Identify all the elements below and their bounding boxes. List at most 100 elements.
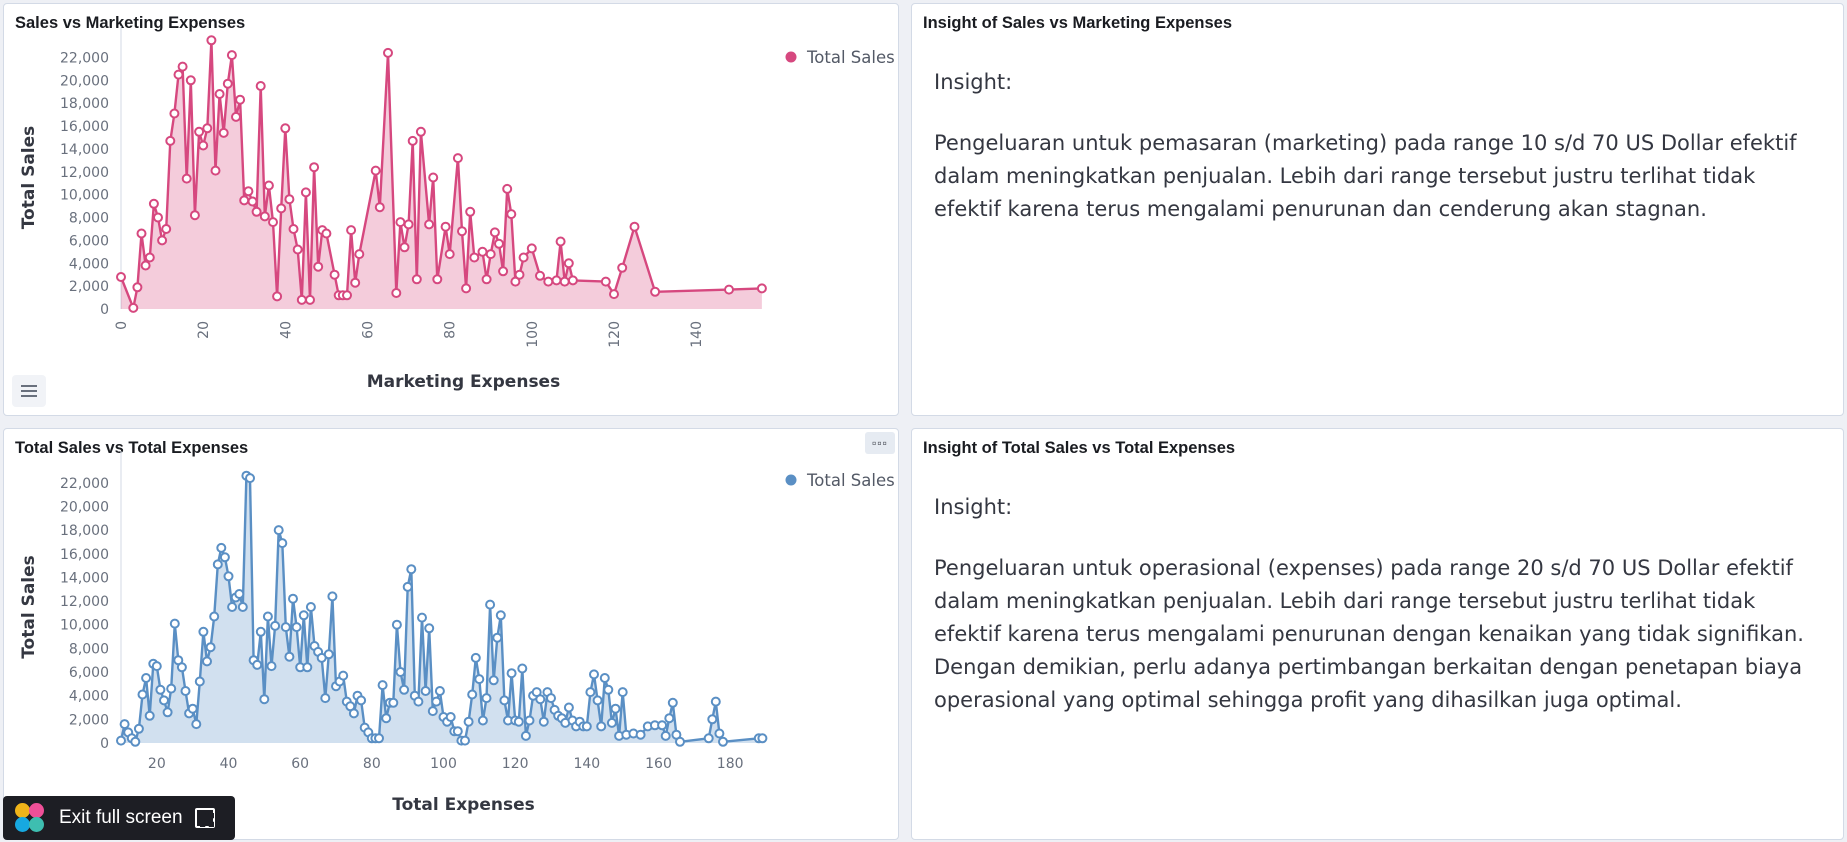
legend-label: Total Sales xyxy=(806,48,895,67)
data-point xyxy=(222,78,233,89)
sales-vs-marketing-chart[interactable]: 0 2,000 4,000 6,000 8,000 10,000 12,000 14,000 1… xyxy=(4,4,899,416)
data-point xyxy=(517,663,528,674)
x-tick-label: 80 xyxy=(443,321,459,339)
data-point xyxy=(403,219,414,230)
data-point xyxy=(543,276,554,287)
exit-fullscreen-button[interactable]: Exit full screen xyxy=(3,796,235,840)
data-point xyxy=(402,581,413,592)
x-tick-label: 40 xyxy=(278,321,294,339)
data-point xyxy=(251,206,262,217)
data-point xyxy=(227,602,238,612)
insight-body: Pengeluaran untuk operasional (expenses)… xyxy=(934,556,1804,712)
data-point xyxy=(259,694,270,705)
data-point xyxy=(245,473,255,484)
insight-text: Insight: Pengeluaran untuk pemasaran (ma… xyxy=(934,66,1821,254)
data-point xyxy=(247,196,258,207)
data-point xyxy=(234,589,245,599)
x-axis-title: Marketing Expenses xyxy=(367,372,560,392)
data-point xyxy=(488,675,499,686)
data-point xyxy=(657,720,668,731)
legend-marker xyxy=(785,474,797,486)
data-point xyxy=(485,249,496,260)
data-point xyxy=(162,707,173,718)
data-point xyxy=(206,35,217,46)
data-point xyxy=(563,258,574,269)
data-point xyxy=(494,238,504,249)
data-point xyxy=(235,94,246,105)
data-point xyxy=(370,165,381,176)
data-point xyxy=(374,202,385,213)
ellipsis-icon: ▫▫▫ xyxy=(872,436,888,450)
data-point xyxy=(291,622,302,633)
y-tick-label: 18,000 xyxy=(60,523,109,539)
data-point xyxy=(703,733,714,744)
data-point xyxy=(350,277,361,288)
legend-toggle-button[interactable] xyxy=(12,375,46,407)
y-tick-label: 22,000 xyxy=(60,50,109,66)
data-point xyxy=(629,221,640,232)
data-point xyxy=(181,173,192,184)
insight-body: Pengeluaran untuk pemasaran (marketing) … xyxy=(934,131,1797,221)
insight-heading: Insight: xyxy=(934,70,1013,94)
data-point xyxy=(514,269,525,280)
data-point xyxy=(268,217,278,228)
data-point xyxy=(431,696,442,707)
data-point xyxy=(140,260,151,271)
data-point xyxy=(452,726,463,737)
data-point xyxy=(374,733,384,744)
data-point xyxy=(255,626,266,637)
x-tick-label: 40 xyxy=(220,756,238,772)
y-tick-label: 10,000 xyxy=(60,188,109,204)
data-point xyxy=(440,221,451,232)
x-tick-label: 20 xyxy=(148,756,166,772)
data-point xyxy=(481,274,492,285)
data-point xyxy=(338,670,349,681)
data-point xyxy=(495,610,506,621)
data-point xyxy=(452,153,463,164)
data-point xyxy=(467,689,478,700)
data-point xyxy=(411,274,422,285)
y-tick-label: 20,000 xyxy=(60,499,109,515)
x-tick-label: 80 xyxy=(363,756,381,772)
sales-vs-expenses-chart[interactable]: 0 2,000 4,000 6,000 8,000 10,000 12,000 14,000 1… xyxy=(4,429,899,840)
data-point xyxy=(445,712,456,722)
data-point xyxy=(300,187,311,198)
data-point xyxy=(169,108,180,119)
data-point xyxy=(356,695,367,706)
data-point xyxy=(724,284,734,295)
y-tick-label: 10,000 xyxy=(60,618,109,634)
data-point xyxy=(413,696,424,707)
x-tick-label: 0 xyxy=(114,321,130,330)
data-point xyxy=(714,728,725,739)
x-tick-label: 160 xyxy=(645,756,672,772)
data-point xyxy=(406,564,417,575)
data-point xyxy=(148,198,159,209)
data-point xyxy=(707,714,718,725)
data-point xyxy=(187,703,198,714)
data-point xyxy=(660,730,671,741)
data-point xyxy=(434,686,445,696)
data-point xyxy=(166,683,177,694)
data-point xyxy=(563,702,574,713)
data-point xyxy=(600,276,611,287)
data-point xyxy=(243,186,254,197)
data-point xyxy=(520,730,531,741)
data-point xyxy=(132,282,143,293)
data-point xyxy=(202,123,213,134)
data-point xyxy=(489,227,500,238)
data-point xyxy=(513,716,524,727)
data-point xyxy=(555,236,566,247)
insight-panel-sales-vs-marketing: Insight of Sales vs Marketing Expenses I… xyxy=(911,3,1844,416)
data-point xyxy=(757,733,768,744)
data-point xyxy=(305,602,316,612)
data-point xyxy=(609,289,619,300)
data-point xyxy=(617,687,628,698)
panel-options-button[interactable]: ▫▫▫ xyxy=(865,432,895,454)
data-point xyxy=(391,619,402,630)
data-point xyxy=(137,689,148,700)
data-point xyxy=(231,111,241,122)
data-point xyxy=(305,294,315,305)
data-point xyxy=(395,217,406,228)
data-point xyxy=(650,286,661,297)
data-point xyxy=(185,75,196,86)
